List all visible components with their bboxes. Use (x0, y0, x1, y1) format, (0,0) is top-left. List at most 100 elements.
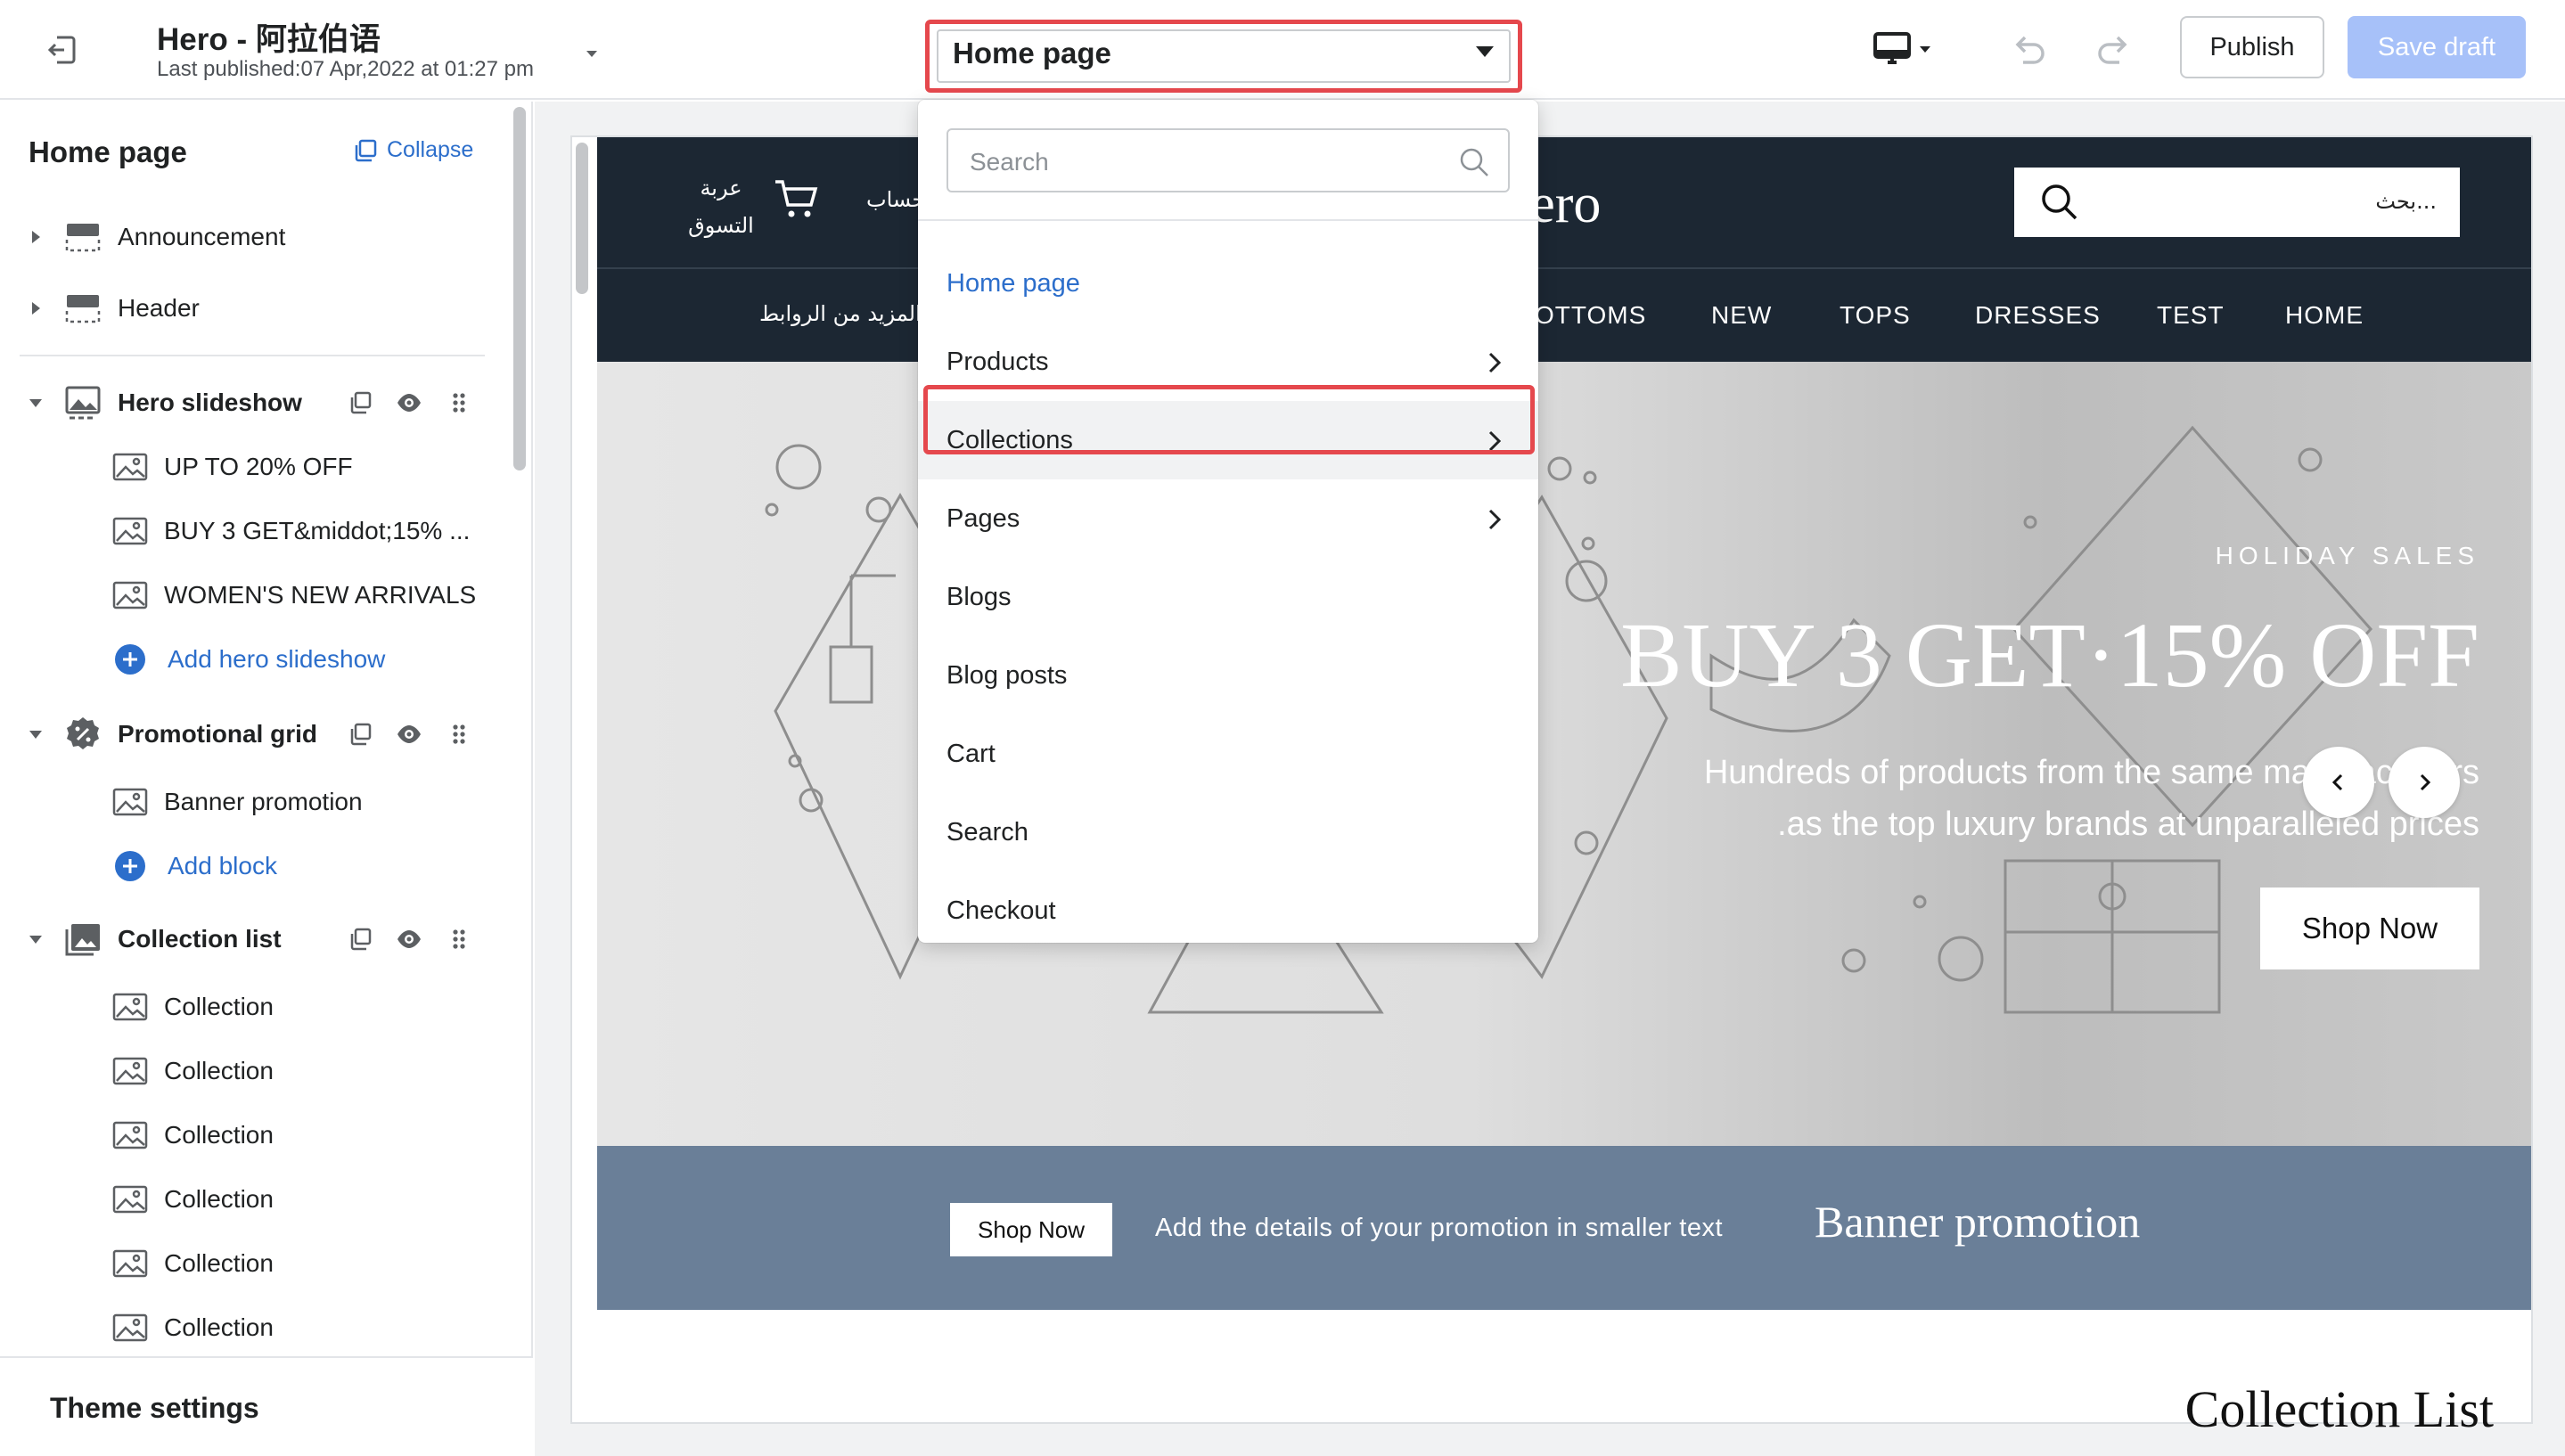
collection-list-heading: Collection List (2184, 1380, 2494, 1438)
nav-link-dresses[interactable]: DRESSES (1975, 301, 2101, 330)
hero-shop-now-button[interactable]: Shop Now (2260, 888, 2479, 969)
block-item[interactable]: Collection (0, 1110, 499, 1160)
expand-arrow-icon[interactable] (29, 301, 43, 315)
dropdown-item-label: Pages (947, 504, 1020, 533)
duplicate-icon[interactable] (348, 926, 374, 953)
hero-eyebrow: HOLIDAY SALES (2215, 542, 2479, 569)
block-item[interactable]: BUY 3 GET&middot;15% ... (0, 506, 499, 556)
eye-icon[interactable] (396, 389, 422, 416)
block-item[interactable]: Collection (0, 1174, 499, 1224)
store-search-input[interactable]: بحث... (2014, 168, 2460, 237)
nav-link-new[interactable]: NEW (1711, 301, 1772, 330)
section-promotional-grid[interactable]: Promotional grid (0, 708, 499, 761)
dropdown-item-label: Checkout (947, 896, 1056, 925)
dropdown-item-home-page[interactable]: Home page (918, 244, 1538, 323)
dropdown-item-label: Cart (947, 740, 996, 768)
dropdown-item-blogs[interactable]: Blogs (918, 558, 1538, 636)
chevron-right-icon (1488, 509, 1502, 530)
redo-icon (2098, 36, 2127, 64)
add-hero-slideshow-button[interactable]: Add hero slideshow (0, 634, 499, 684)
section-label: Collection list (118, 925, 282, 953)
block-label: Collection (164, 1121, 274, 1149)
chevron-right-icon (1488, 352, 1502, 373)
image-icon (112, 1121, 148, 1149)
drag-handle-icon[interactable] (446, 389, 472, 416)
block-item[interactable]: Collection (0, 1303, 499, 1353)
eye-icon[interactable] (396, 926, 422, 953)
add-block-button[interactable]: Add block (0, 841, 499, 891)
dropdown-item-label: Blogs (947, 583, 1012, 611)
block-label: Collection (164, 993, 274, 1020)
collapse-arrow-icon[interactable] (29, 396, 43, 410)
dropdown-item-pages[interactable]: Pages (918, 479, 1538, 558)
dropdown-search-input[interactable]: Search (947, 128, 1510, 192)
save-draft-button[interactable]: Save draft (2348, 16, 2526, 78)
dropdown-divider (918, 219, 1538, 221)
nav-more-links[interactable]: المزيد من الروابط (759, 301, 922, 326)
publish-button[interactable]: Publish (2180, 16, 2324, 78)
block-item[interactable]: Collection (0, 982, 499, 1032)
section-announcement[interactable]: Announcement (0, 210, 499, 264)
block-item[interactable]: Collection (0, 1046, 499, 1096)
slideshow-icon (65, 386, 101, 420)
nav-link-tops[interactable]: TOPS (1840, 301, 1911, 330)
page-selector[interactable]: Home page (925, 20, 1522, 93)
slideshow-next-button[interactable] (2389, 747, 2460, 818)
banner-shop-now-button[interactable]: Shop Now (950, 1203, 1112, 1256)
duplicate-icon[interactable] (348, 389, 374, 416)
block-label: BUY 3 GET&middot;15% ... (164, 517, 471, 544)
eye-icon[interactable] (396, 721, 422, 748)
section-hero-slideshow[interactable]: Hero slideshow (0, 376, 499, 429)
device-preview-button[interactable] (1870, 27, 1938, 73)
expand-arrow-icon[interactable] (29, 230, 43, 244)
block-item[interactable]: Banner promotion (0, 777, 499, 827)
undo-icon (2015, 36, 2045, 64)
exit-icon (47, 36, 76, 64)
theme-menu-caret-icon[interactable] (583, 45, 601, 62)
dropdown-item-search[interactable]: Search (918, 793, 1538, 871)
cart-label-line1: عربة (700, 176, 742, 200)
block-label: Collection (164, 1313, 274, 1341)
drag-handle-icon[interactable] (446, 721, 472, 748)
dropdown-search-placeholder: Search (970, 148, 1049, 176)
block-item[interactable]: Collection (0, 1239, 499, 1288)
section-collection-list[interactable]: Collection list (0, 912, 499, 966)
collections-highlight-outline (923, 385, 1535, 454)
duplicate-icon[interactable] (348, 721, 374, 748)
slideshow-prev-button[interactable] (2303, 747, 2374, 818)
sidebar-scrollbar[interactable] (513, 107, 526, 470)
image-icon (112, 1249, 148, 1278)
dropdown-item-blog-posts[interactable]: Blog posts (918, 636, 1538, 715)
dropdown-item-cart[interactable]: Cart (918, 715, 1538, 793)
collection-list-icon (65, 924, 100, 956)
undo-button[interactable] (2009, 30, 2048, 70)
dropdown-item-checkout[interactable]: Checkout (918, 871, 1538, 950)
block-item[interactable]: WOMEN'S NEW ARRIVALS (0, 570, 499, 620)
collapse-arrow-icon[interactable] (29, 727, 43, 741)
preview-scrollbar[interactable] (576, 143, 588, 294)
add-label: Add block (168, 852, 277, 879)
nav-link-test[interactable]: TEST (2157, 301, 2225, 330)
theme-name: Hero - 阿拉伯语 (157, 22, 381, 57)
nav-link-bottoms[interactable]: OTTOMS (1535, 301, 1646, 330)
image-icon (112, 1057, 148, 1085)
section-label: Header (118, 294, 200, 322)
banner-text: Add the details of your promotion in sma… (1155, 1214, 1724, 1242)
cart-label[interactable]: عربة التسوق (681, 169, 761, 244)
drag-handle-icon[interactable] (446, 926, 472, 953)
hero-slideshow: HOLIDAY SALES BUY 3 GET·15% OFF Hundreds… (597, 362, 2531, 1146)
theme-settings-button[interactable]: Theme settings (0, 1356, 533, 1456)
image-icon (112, 1313, 148, 1342)
chevron-down-icon (1476, 46, 1494, 57)
account-link[interactable]: حساب (866, 187, 925, 212)
nav-link-home[interactable]: HOME (2285, 301, 2364, 330)
exit-editor-button[interactable] (39, 27, 86, 73)
collapse-arrow-icon[interactable] (29, 932, 43, 946)
image-icon (112, 581, 148, 609)
collapse-button[interactable]: Collapse (353, 137, 473, 163)
page-selector-label: Home page (953, 37, 1111, 70)
section-header[interactable]: Header (0, 282, 499, 335)
block-item[interactable]: UP TO 20% OFF (0, 442, 499, 492)
redo-button[interactable] (2094, 30, 2134, 70)
cart-icon[interactable] (774, 178, 818, 219)
